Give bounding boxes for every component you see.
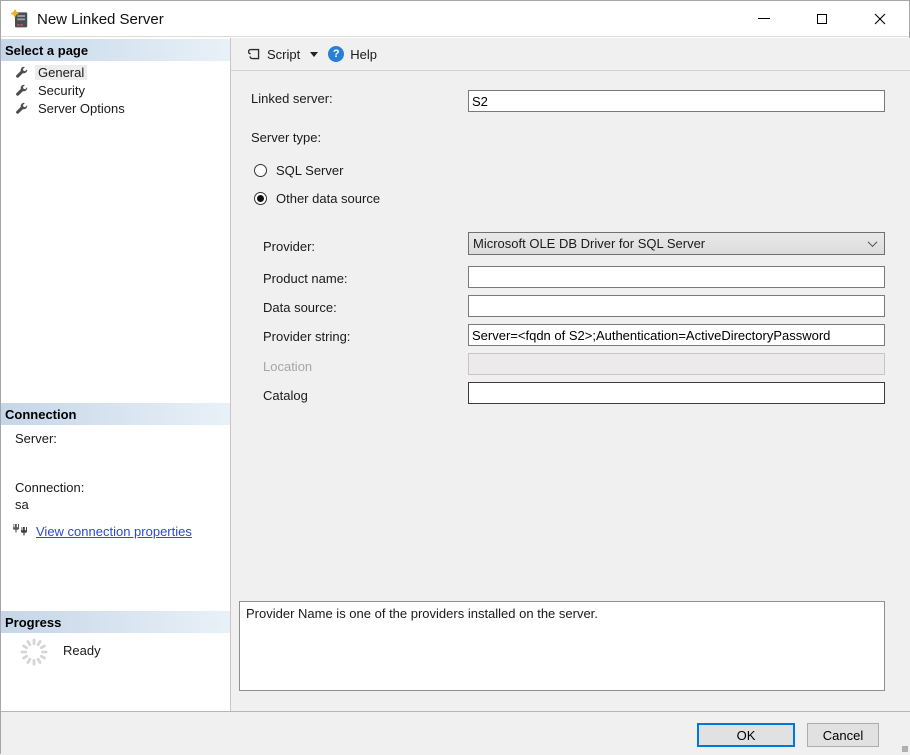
sidebar-item-label: Security <box>35 83 88 98</box>
sidebar: Select a page General Security Server Op… <box>1 38 231 711</box>
product-name-label: Product name: <box>263 271 348 286</box>
server-label: Server: <box>15 431 57 446</box>
footer-bar: OK Cancel <box>1 711 910 755</box>
script-button[interactable]: Script <box>241 44 323 65</box>
close-icon <box>874 13 886 25</box>
wrench-icon <box>15 102 28 115</box>
radio-other-label: Other data source <box>276 191 380 206</box>
toolbar: Script ? Help <box>231 38 910 71</box>
chevron-down-icon <box>868 237 878 247</box>
data-source-label: Data source: <box>263 300 337 315</box>
catalog-label: Catalog <box>263 388 308 403</box>
radio-sql-server-label: SQL Server <box>276 163 343 178</box>
radio-other-data-source[interactable]: Other data source <box>254 191 380 206</box>
provider-selected-value: Microsoft OLE DB Driver for SQL Server <box>473 236 705 251</box>
provider-description-text: Provider Name is one of the providers in… <box>246 606 598 621</box>
sidebar-item-label: General <box>35 65 87 80</box>
linked-server-input[interactable] <box>468 90 885 112</box>
minimize-icon <box>758 18 770 19</box>
sidebar-item-security[interactable]: Security <box>15 81 88 99</box>
new-linked-server-dialog: New Linked Server Select a page General … <box>0 0 910 754</box>
window-controls <box>735 1 909 36</box>
provider-string-label: Provider string: <box>263 329 350 344</box>
connection-properties-icon <box>11 523 29 539</box>
sidebar-item-label: Server Options <box>35 101 128 116</box>
sidebar-item-server-options[interactable]: Server Options <box>15 99 128 117</box>
location-label: Location <box>263 359 312 374</box>
main-panel: Script ? Help Linked server: Server type… <box>231 38 910 711</box>
resize-grip[interactable] <box>902 746 908 752</box>
linked-server-label: Linked server: <box>251 91 333 106</box>
provider-select[interactable]: Microsoft OLE DB Driver for SQL Server <box>468 232 885 255</box>
server-type-label: Server type: <box>251 130 321 145</box>
radio-circle-selected-icon <box>254 192 267 205</box>
view-connection-properties-row: View connection properties <box>11 523 192 539</box>
maximize-button[interactable] <box>793 1 851 36</box>
cancel-button[interactable]: Cancel <box>807 723 879 747</box>
connection-header: Connection <box>1 403 230 425</box>
script-icon <box>246 47 261 62</box>
radio-circle-icon <box>254 164 267 177</box>
new-linked-server-icon <box>10 9 30 29</box>
provider-label: Provider: <box>263 239 315 254</box>
wrench-icon <box>15 84 28 97</box>
provider-string-input[interactable] <box>468 324 885 346</box>
connection-value: sa <box>15 497 29 512</box>
provider-description-box: Provider Name is one of the providers in… <box>239 601 885 691</box>
product-name-input[interactable] <box>468 266 885 288</box>
help-icon: ? <box>328 46 344 62</box>
ok-button[interactable]: OK <box>697 723 795 747</box>
catalog-input[interactable] <box>468 382 885 404</box>
script-label: Script <box>267 47 300 62</box>
progress-header: Progress <box>1 611 230 633</box>
radio-sql-server[interactable]: SQL Server <box>254 163 343 178</box>
help-label: Help <box>350 47 377 62</box>
close-button[interactable] <box>851 1 909 36</box>
progress-spinner-icon <box>19 637 49 667</box>
connection-label: Connection: <box>15 480 84 495</box>
window-title: New Linked Server <box>37 11 164 28</box>
data-source-input[interactable] <box>468 295 885 317</box>
view-connection-properties-link[interactable]: View connection properties <box>36 524 192 539</box>
minimize-button[interactable] <box>735 1 793 36</box>
select-a-page-header: Select a page <box>1 39 230 61</box>
location-input <box>468 353 885 375</box>
progress-status: Ready <box>63 643 101 658</box>
sidebar-item-general[interactable]: General <box>15 63 87 81</box>
help-button[interactable]: ? Help <box>323 43 382 65</box>
maximize-icon <box>817 14 827 24</box>
title-bar[interactable]: New Linked Server <box>1 1 909 37</box>
wrench-icon <box>15 66 28 79</box>
script-dropdown-icon[interactable] <box>310 52 318 57</box>
